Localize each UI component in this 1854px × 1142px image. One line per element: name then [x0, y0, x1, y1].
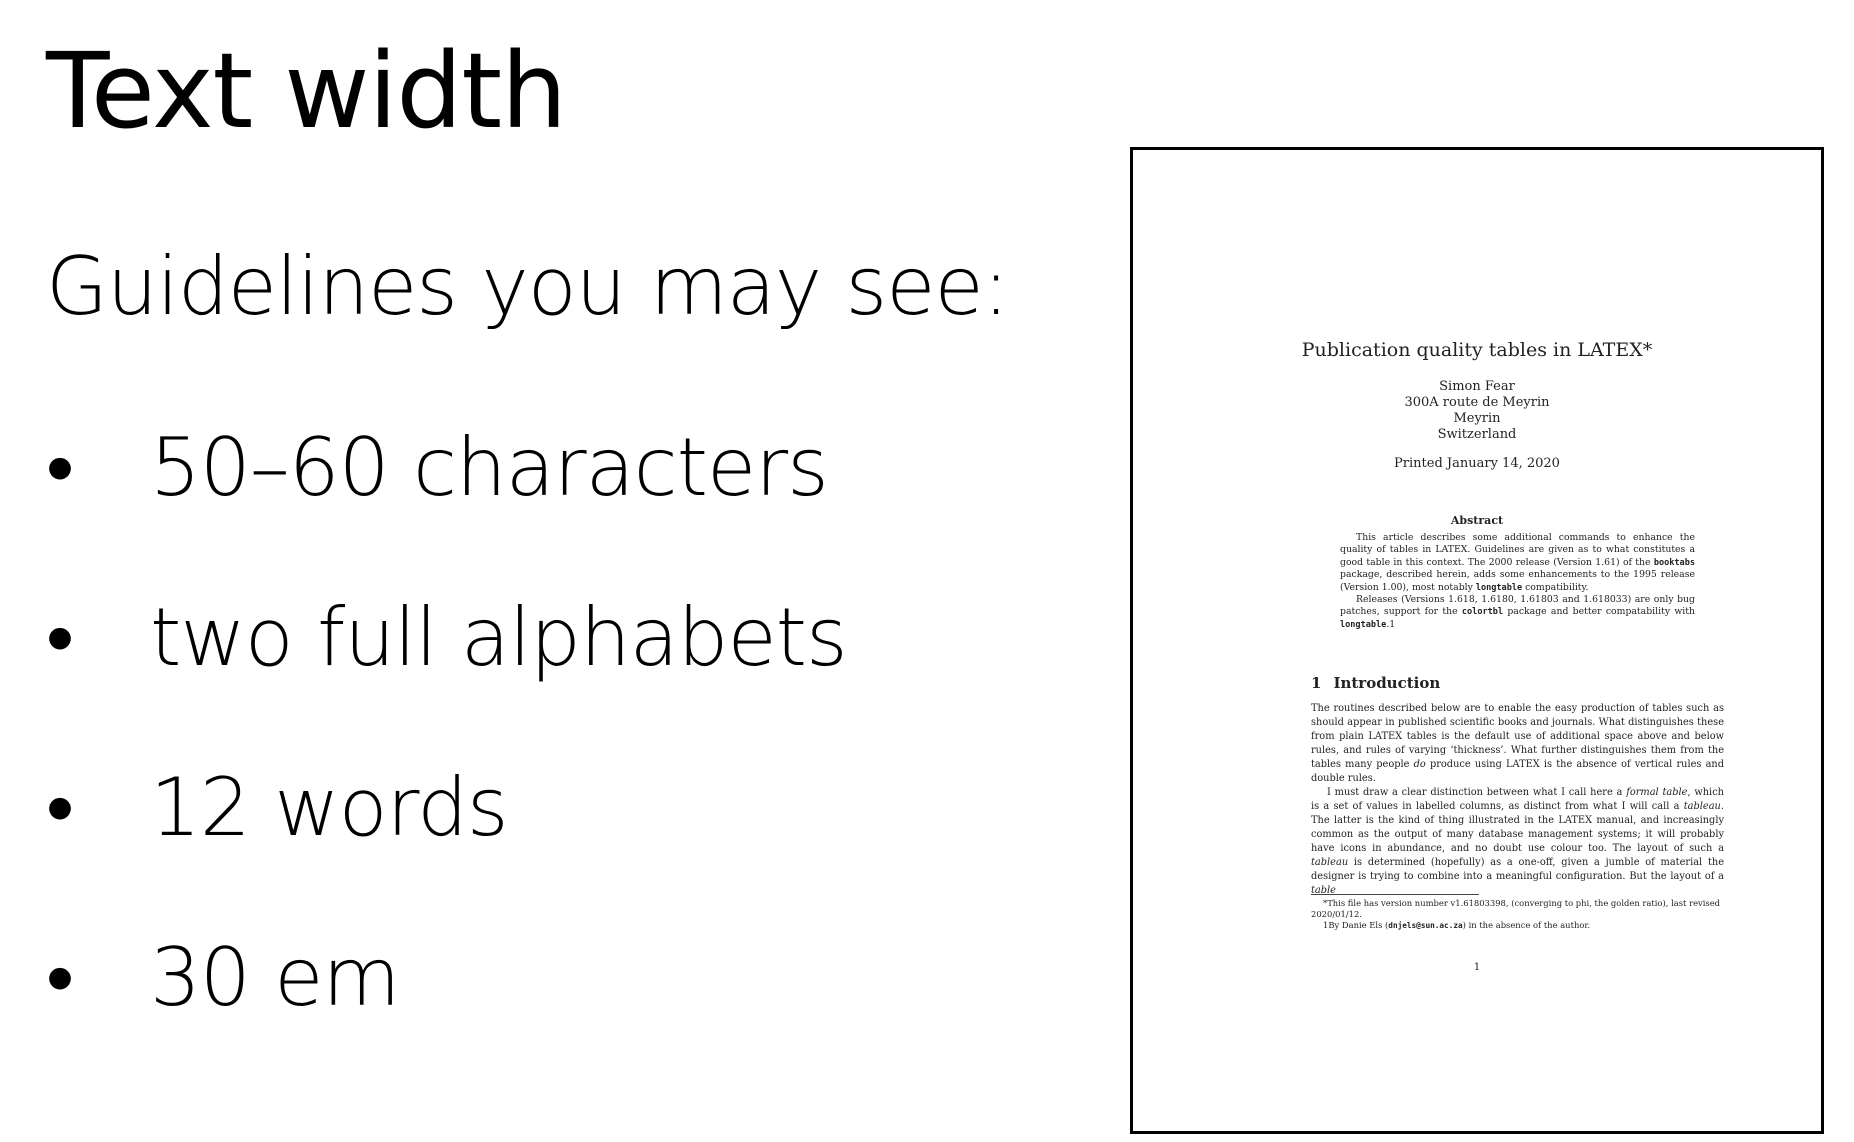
body-text: is determined (hopefully) as a one-off, …	[1311, 857, 1724, 882]
section-title: Introduction	[1333, 674, 1441, 692]
footnote: *This file has version number v1.6180339…	[1311, 898, 1721, 919]
package-name: colortbl	[1461, 607, 1504, 618]
page-number: 1	[1473, 962, 1481, 973]
package-name: longtable	[1340, 619, 1387, 630]
document-date: Printed January 14, 2020	[1394, 456, 1560, 471]
document-page-preview: Publication quality tables in LATEX* Sim…	[1130, 147, 1824, 1134]
footnote-divider	[1311, 894, 1479, 895]
section-heading: 1 Introduction	[1311, 674, 1440, 692]
bullet-text: two full alphabets	[150, 591, 848, 684]
footnote-email: dnjels@sun.ac.za	[1388, 921, 1463, 930]
slide-title: Text width	[46, 30, 567, 152]
package-name: longtable	[1475, 582, 1523, 593]
body-emphasis: tableau	[1311, 857, 1349, 868]
bullet-dot-icon: •	[46, 931, 74, 1024]
author-line: Simon Fear	[1439, 379, 1515, 394]
section-number: 1	[1311, 674, 1322, 692]
body-emphasis: tableau	[1683, 801, 1721, 812]
abstract-text: This article describes some additional c…	[1340, 532, 1695, 568]
body-paragraph: I must draw a clear distinction between …	[1311, 786, 1724, 898]
abstract-text: package and better compatability with	[1503, 606, 1695, 618]
footnotes: *This file has version number v1.6180339…	[1311, 898, 1724, 931]
body-emphasis: formal table	[1626, 787, 1688, 798]
abstract-paragraph: Releases (Versions 1.618, 1.6180, 1.6180…	[1340, 594, 1695, 631]
abstract-text: compatibility.	[1522, 581, 1589, 593]
introduction-body: The routines described below are to enab…	[1311, 702, 1724, 898]
abstract-heading: Abstract	[1450, 514, 1504, 527]
abstract-text: .1	[1386, 618, 1396, 630]
footnote: 1By Danie Els (dnjels@sun.ac.za) in the …	[1311, 920, 1724, 931]
footnote-text: 1By Danie Els (	[1323, 920, 1389, 930]
bullet-text: 12 words	[150, 761, 509, 854]
bullet-text: 30 em	[150, 931, 400, 1024]
bullet-text: 50–60 characters	[150, 421, 829, 514]
author-line: Meyrin	[1453, 411, 1501, 426]
bullet-dot-icon: •	[46, 421, 74, 514]
document-title: Publication quality tables in LATEX*	[1301, 339, 1653, 361]
bullet-dot-icon: •	[46, 591, 74, 684]
author-line: Switzerland	[1437, 427, 1517, 442]
body-paragraph: The routines described below are to enab…	[1311, 702, 1724, 786]
author-line: 300A route de Meyrin	[1404, 395, 1550, 410]
document-author-block: Simon Fear 300A route de Meyrin Meyrin S…	[1133, 379, 1821, 443]
package-name: booktabs	[1653, 557, 1695, 568]
abstract-paragraph: This article describes some additional c…	[1340, 532, 1695, 594]
bullet-dot-icon: •	[46, 761, 74, 854]
footnote-text: ) in the absence of the author.	[1462, 920, 1591, 930]
slide-subtitle: Guidelines you may see:	[46, 240, 1010, 333]
abstract-body: This article describes some additional c…	[1340, 532, 1695, 631]
body-emphasis: do	[1413, 759, 1426, 770]
body-text: I must draw a clear distinction between …	[1327, 787, 1627, 798]
